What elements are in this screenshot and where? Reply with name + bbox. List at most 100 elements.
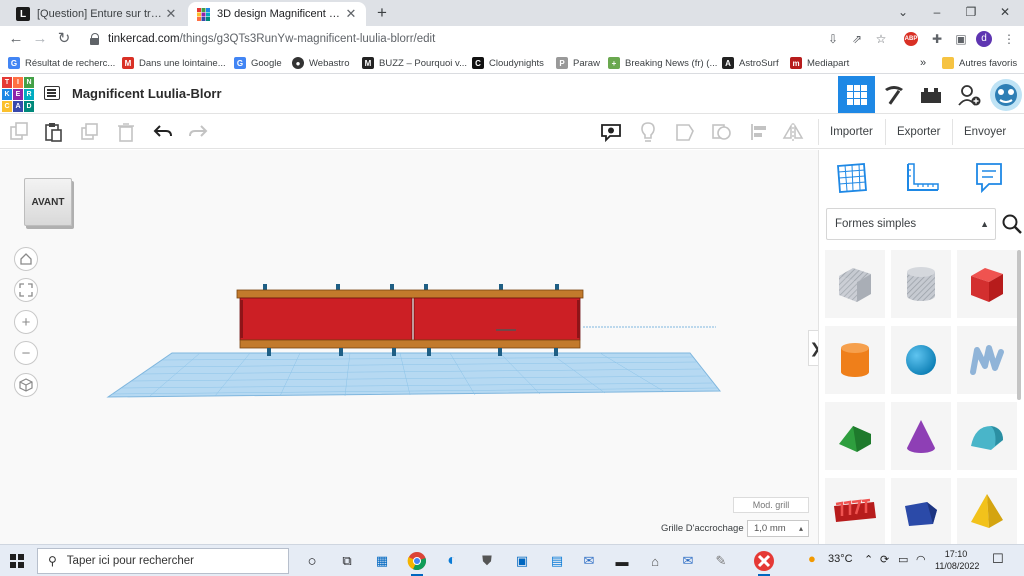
adblock-icon[interactable]: ABP [904, 32, 918, 46]
lightbulb-icon[interactable] [637, 121, 659, 143]
bookmark-item[interactable]: A AstroSurf [722, 55, 779, 71]
other-bookmarks[interactable]: Autres favoris [942, 55, 1017, 71]
weather-icon[interactable]: ● [808, 551, 816, 566]
minecraft-view-button[interactable] [875, 76, 912, 113]
bookmark-item[interactable]: ● Webastro [292, 55, 349, 71]
zoom-out-button[interactable]: − [14, 341, 38, 365]
new-tab-button[interactable]: + [372, 3, 392, 23]
chrome-menu-icon[interactable]: ⋮ [1000, 30, 1018, 48]
sync-icon[interactable]: ⟳ [880, 553, 889, 566]
tinkercad-logo[interactable]: TIN KER CAD [2, 77, 34, 112]
outlook-icon[interactable]: ✉ [676, 549, 700, 573]
home-icon[interactable]: ⌂ [643, 549, 667, 573]
shape-category-select[interactable]: Formes simples ▲ [826, 208, 996, 240]
photos-icon[interactable]: ▣ [510, 549, 534, 573]
forward-button[interactable]: → [30, 29, 50, 49]
snap-grid-select[interactable]: 1,0 mm [747, 520, 809, 537]
home-view-button[interactable] [14, 247, 38, 271]
group-icon[interactable] [674, 121, 696, 143]
send-button[interactable]: Envoyer [956, 120, 1014, 144]
shape-roof[interactable] [825, 402, 885, 470]
bookmark-item[interactable]: + Breaking News (fr) (... [608, 55, 717, 71]
project-title[interactable]: Magnificent Luulia-Blorr [72, 86, 222, 101]
taskbar-clock[interactable]: 17:10 11/08/2022 [935, 548, 979, 572]
edit-grid-button[interactable]: Mod. grill [733, 497, 809, 513]
bookmark-item[interactable]: P Paraw [556, 55, 600, 71]
shape-polygon[interactable] [891, 478, 951, 546]
notifications-icon[interactable]: ☐ [992, 551, 1004, 567]
reload-button[interactable]: ↻ [54, 29, 74, 49]
shape-round-roof[interactable] [957, 402, 1017, 470]
copy-icon[interactable] [8, 121, 30, 143]
tab-tinkercad[interactable]: 3D design Magnificent Luulia-Blo ✕ [188, 2, 366, 26]
shape-scribble[interactable] [957, 326, 1017, 394]
minimize-button[interactable]: – [920, 2, 954, 22]
tools-icon[interactable]: ✎ [709, 549, 733, 573]
ruler-icon[interactable] [902, 160, 942, 196]
ungroup-icon[interactable] [710, 121, 732, 143]
shape-box[interactable] [957, 250, 1017, 318]
shape-box-hole[interactable] [825, 250, 885, 318]
app-icon[interactable]: ▤ [545, 549, 569, 573]
workplane-icon[interactable] [832, 160, 872, 196]
chrome-taskbar-icon[interactable] [405, 549, 429, 576]
zoom-in-button[interactable]: + [14, 310, 38, 334]
perspective-button[interactable] [14, 373, 38, 397]
taskbar-search[interactable]: ⚲ Taper ici pour rechercher [37, 548, 289, 574]
bookmark-item[interactable]: m Mediapart [790, 55, 849, 71]
design-list-icon[interactable] [44, 86, 60, 100]
task-view-icon[interactable]: ⧉ [335, 549, 359, 573]
user-avatar[interactable] [987, 76, 1024, 113]
workplane-canvas[interactable] [0, 150, 818, 544]
lock-icon[interactable] [90, 33, 100, 45]
bookmarks-overflow-button[interactable]: » [920, 55, 926, 71]
mail-icon[interactable]: ✉ [577, 549, 601, 573]
export-button[interactable]: Exporter [889, 120, 948, 144]
tab-question[interactable]: L [Question] Enture sur traverse ba ✕ [8, 2, 186, 26]
trash-icon[interactable] [115, 121, 137, 143]
bookmark-item[interactable]: C Cloudynights [472, 55, 544, 71]
wifi-icon[interactable]: ◠ [916, 553, 926, 566]
store-icon[interactable]: ▦ [370, 549, 394, 573]
bricks-view-button[interactable] [912, 76, 949, 113]
align-icon[interactable] [748, 121, 770, 143]
notes-icon[interactable] [969, 160, 1009, 196]
bookmark-star-icon[interactable]: ☆ [872, 30, 890, 48]
shape-cone[interactable] [891, 402, 951, 470]
bookmark-item[interactable]: G Google [234, 55, 282, 71]
view-cube[interactable]: AVANT [24, 178, 72, 226]
search-shapes-icon[interactable] [1000, 208, 1024, 240]
close-window-button[interactable]: ✕ [988, 2, 1022, 22]
close-tab-icon[interactable]: ✕ [344, 6, 358, 22]
import-button[interactable]: Importer [822, 120, 881, 144]
redo-icon[interactable] [187, 121, 209, 143]
temperature[interactable]: 33°C [828, 553, 853, 565]
security-shield-icon[interactable]: ⛊ [475, 549, 499, 573]
undo-icon[interactable] [152, 121, 174, 143]
duplicate-icon[interactable] [79, 121, 101, 143]
cortana-icon[interactable]: ○ [300, 549, 324, 573]
back-button[interactable]: ← [6, 29, 26, 49]
side-panel-icon[interactable]: ▣ [952, 30, 970, 48]
workplane-viewport[interactable]: AVANT + − Mod. grill Grille D'accrochage… [0, 150, 818, 544]
shape-cylinder[interactable] [825, 326, 885, 394]
3d-view-button[interactable] [838, 76, 875, 113]
tab-search-dropdown-icon[interactable]: ⌄ [886, 2, 920, 22]
panel-scrollbar[interactable] [1017, 250, 1021, 400]
shape-sphere[interactable] [891, 326, 951, 394]
invite-user-button[interactable] [950, 76, 987, 113]
mirror-icon[interactable] [782, 121, 804, 143]
shape-pyramid[interactable] [957, 478, 1017, 546]
close-tab-icon[interactable]: ✕ [164, 6, 178, 22]
bookmark-item[interactable]: G Résultat de recherc... [8, 55, 115, 71]
install-app-icon[interactable]: ⇩ [824, 30, 842, 48]
tray-expand-icon[interactable]: ⌃ [864, 553, 873, 566]
share-icon[interactable]: ⇗ [848, 30, 866, 48]
omnibox[interactable]: tinkercad.com/things/g3QTs3RunYw-magnifi… [80, 28, 820, 50]
bookmark-item[interactable]: M BUZZ – Pourquoi v... [362, 55, 467, 71]
cabinet-model[interactable] [236, 284, 584, 356]
shape-cylinder-hole[interactable] [891, 250, 951, 318]
fit-view-button[interactable] [14, 278, 38, 302]
bookmark-item[interactable]: M Dans une lointaine... [122, 55, 226, 71]
tinkercad-taskbar-icon[interactable] [752, 549, 776, 576]
